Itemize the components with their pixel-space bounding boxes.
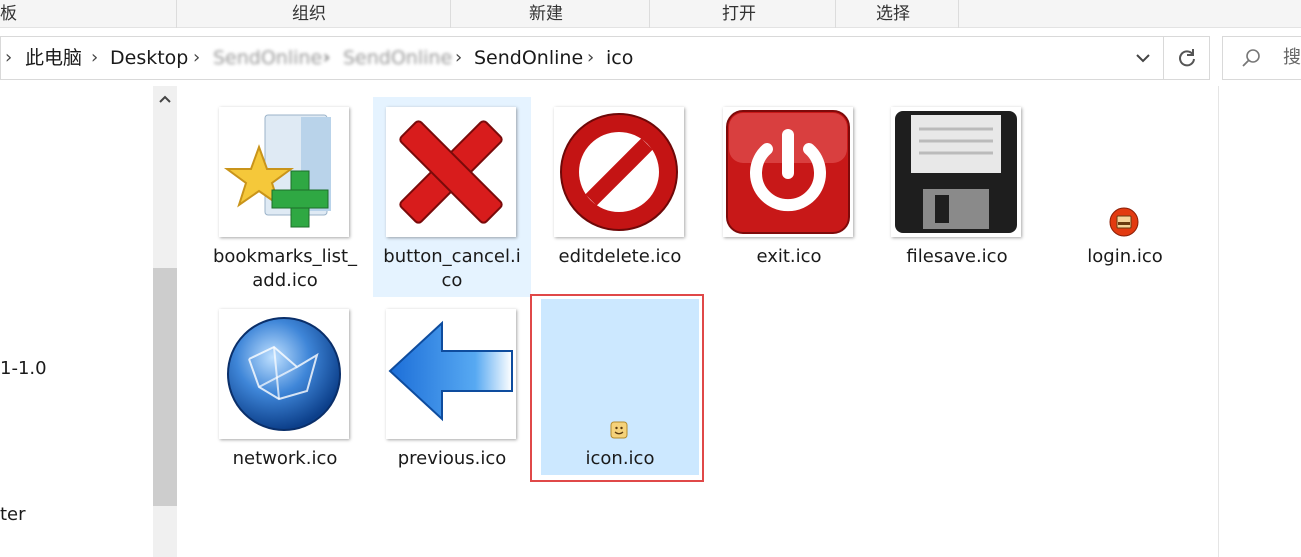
- ribbon-separator: [176, 0, 177, 28]
- chevron-right-icon[interactable]: ›: [5, 37, 12, 79]
- file-name-label: exit.ico: [756, 246, 822, 267]
- breadcrumb-this-pc[interactable]: 此电脑: [25, 37, 82, 79]
- no-entry-icon: [554, 107, 684, 237]
- pane-divider: [1218, 86, 1219, 557]
- file-name-label: login.ico: [1087, 246, 1163, 267]
- file-name-label: editdelete.ico: [558, 246, 682, 267]
- nav-item[interactable]: ter: [0, 504, 26, 525]
- navigation-pane: 1-1.0 ter: [0, 86, 152, 557]
- ribbon-group-clipboard[interactable]: 板: [0, 0, 17, 28]
- power-icon: [723, 107, 853, 237]
- login-small-icon: [1109, 207, 1139, 237]
- file-item-icon[interactable]: icon.ico: [541, 299, 699, 475]
- red-x-icon: [386, 107, 516, 237]
- search-input[interactable]: 搜: [1222, 36, 1301, 80]
- breadcrumb-sendonline[interactable]: SendOnline: [474, 37, 583, 79]
- file-item-editdelete[interactable]: editdelete.ico: [541, 97, 699, 297]
- ribbon-separator: [835, 0, 836, 28]
- chevron-right-icon[interactable]: ›: [323, 37, 330, 79]
- ribbon-group-new[interactable]: 新建: [529, 0, 563, 28]
- file-name-label: button_cancel.i co: [383, 246, 521, 291]
- breadcrumb-folder-blurred[interactable]: SendOnline: [213, 37, 322, 79]
- file-name-label: bookmarks_list_ add.ico: [212, 246, 358, 291]
- ribbon-group-select[interactable]: 选择: [876, 0, 910, 28]
- file-name-label: previous.ico: [397, 448, 507, 469]
- chevron-right-icon[interactable]: ›: [587, 37, 594, 79]
- small-smiley-icon: [610, 421, 628, 439]
- search-placeholder: 搜: [1283, 47, 1301, 68]
- floppy-disk-icon: [891, 107, 1021, 237]
- file-item-button-cancel[interactable]: button_cancel.i co: [373, 97, 531, 297]
- ribbon-group-organize[interactable]: 组织: [292, 0, 326, 28]
- ribbon-separator: [958, 0, 959, 28]
- file-item-bookmarks-list-add[interactable]: bookmarks_list_ add.ico: [206, 97, 364, 297]
- ribbon-group-open[interactable]: 打开: [722, 0, 756, 28]
- breadcrumb-folder-blurred[interactable]: SendOnline: [343, 37, 452, 79]
- ribbon-separator: [450, 0, 451, 28]
- scrollbar-thumb[interactable]: [153, 268, 177, 506]
- chevron-right-icon[interactable]: ›: [91, 37, 98, 79]
- chevron-down-icon[interactable]: [1124, 37, 1162, 79]
- file-item-previous[interactable]: previous.ico: [373, 299, 531, 479]
- file-item-filesave[interactable]: filesave.ico: [878, 97, 1036, 297]
- back-arrow-icon: [386, 309, 516, 439]
- chevron-right-icon[interactable]: ›: [193, 37, 200, 79]
- address-bar[interactable]: › 此电脑 › Desktop › SendOnline › SendOnlin…: [0, 36, 1210, 80]
- ribbon-separator: [649, 0, 650, 28]
- file-item-login[interactable]: login.ico: [1046, 97, 1204, 297]
- refresh-icon[interactable]: [1163, 37, 1209, 79]
- file-name-label: filesave.ico: [906, 246, 1008, 267]
- search-icon: [1242, 49, 1260, 67]
- chevron-right-icon[interactable]: ›: [455, 37, 462, 79]
- file-item-network[interactable]: network.ico: [206, 299, 364, 479]
- bookmark-add-icon: [219, 107, 349, 237]
- scroll-up-icon[interactable]: [157, 92, 173, 106]
- file-name-label: network.ico: [232, 448, 338, 469]
- nav-scrollbar[interactable]: [153, 86, 177, 557]
- breadcrumb-ico[interactable]: ico: [606, 37, 633, 79]
- nav-item[interactable]: 1-1.0: [0, 358, 47, 379]
- globe-network-icon: [219, 309, 349, 439]
- file-item-exit[interactable]: exit.ico: [710, 97, 868, 297]
- breadcrumb-desktop[interactable]: Desktop: [110, 37, 188, 79]
- file-name-label: icon.ico: [585, 448, 655, 469]
- ribbon-bar: 板 组织 新建 打开 选择: [0, 0, 1301, 28]
